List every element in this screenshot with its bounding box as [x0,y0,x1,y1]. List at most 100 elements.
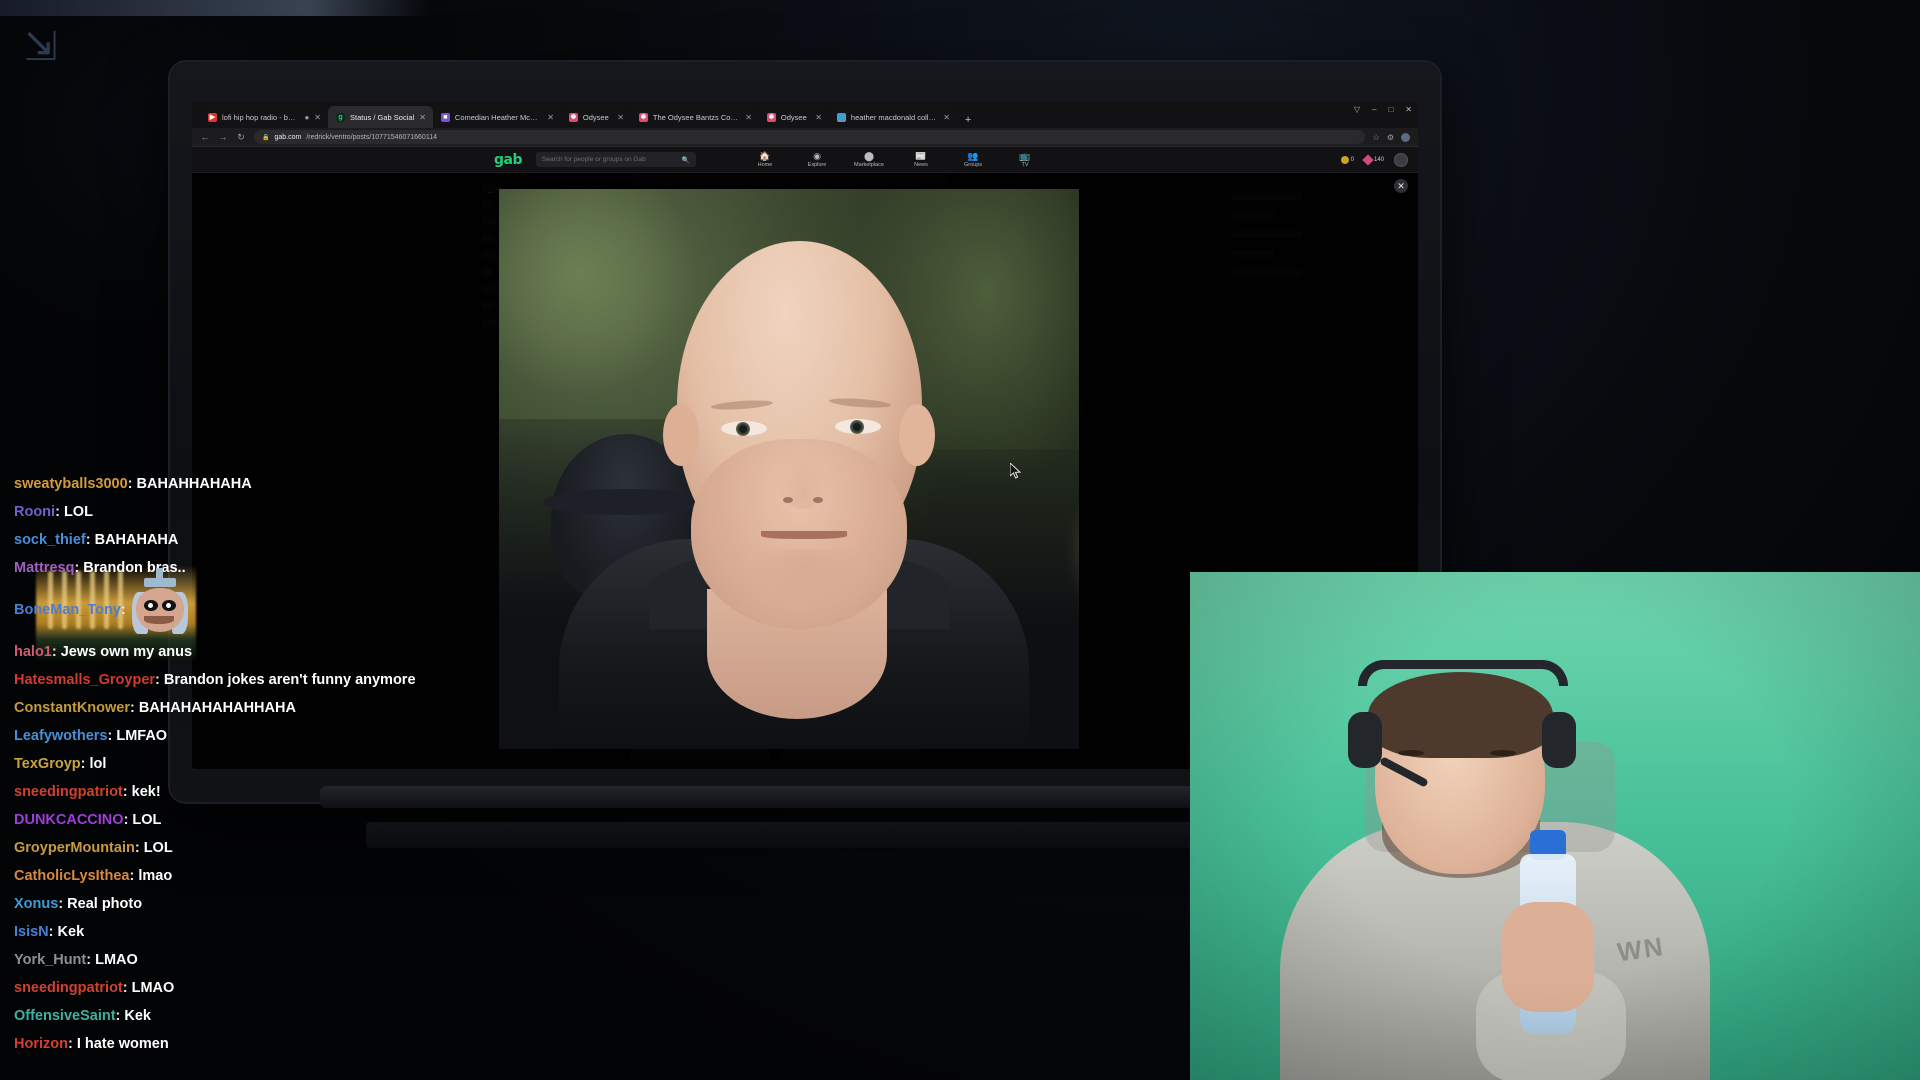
chat-text: BAHAHAHA [94,532,179,548]
chat-username: York_Hunt [14,952,87,968]
chat-username: Rooni [14,504,56,520]
gab-nav-label: TV [1021,161,1029,168]
chat-text: Real photo [67,896,143,912]
chat-message: sneedingpatriot: kek! [14,784,161,800]
background-light-streak [0,0,430,16]
odysee-icon: ❅ [766,112,776,122]
maximize-button[interactable]: □ [1388,105,1393,114]
chat-message: TexGroyp: lol [14,756,107,772]
extensions-icon[interactable]: ⚙ [1387,133,1394,142]
chat-username: TexGroyp [14,756,81,772]
browser-tab[interactable]: ❅ Odysee ✕ [758,106,829,128]
tab-title: lofi hip hop radio - beats to [222,112,299,122]
webcam-overlay: WN [1190,572,1920,1080]
news-icon: 📰 [915,150,927,161]
gab-nav-item-news[interactable]: 📰 News [904,151,938,169]
monitor-stand [320,786,1220,808]
gab-nav-item-tv[interactable]: 📺 TV [1008,151,1042,169]
gem-icon [1362,153,1374,166]
back-icon[interactable]: ← [200,132,210,142]
odysee-icon: ❅ [568,112,578,122]
stream-chat-overlay: sweatyballs3000: BAHAHHAHAHA Rooni: LOL … [0,470,430,1058]
lightbox-photo [499,189,1079,749]
pepe-hardhat-emote-icon [131,568,188,636]
close-window-button[interactable]: ✕ [1405,105,1412,114]
chat-username: sweatyballs3000 [14,476,128,492]
browser-tab[interactable]: ■ Comedian Heather McDonald w ✕ [432,106,561,128]
browser-tab[interactable]: ❅ The Odysee Bantzs Compeling ✕ [630,106,759,128]
stream-screen: ⇲ ▶ lofi hip hop radio - beats to ● ✕ g … [0,0,1920,1080]
chat-text: Kek [57,924,85,940]
browser-tabstrip: ▶ lofi hip hop radio - beats to ● ✕ g St… [192,102,1418,128]
gab-nav-label: Home [757,161,773,168]
mouse-cursor-icon [1010,463,1022,479]
chat-message: Xonus: Real photo [14,896,143,912]
browser-tab[interactable]: ▶ lofi hip hop radio - beats to ● ✕ [200,106,328,128]
tab-close-icon[interactable]: ✕ [617,113,624,122]
coin-count: 0 [1350,156,1354,163]
chat-username: BoneMan_Tony [14,602,121,618]
window-controls: ▽ – □ ✕ [1354,105,1412,114]
chat-text: lol [89,756,107,772]
avatar[interactable] [1394,152,1408,167]
minimize-button[interactable]: – [1372,105,1376,114]
chat-username: IsisN [14,924,49,940]
tab-title: Odysee [780,112,807,122]
tab-close-icon[interactable]: ✕ [314,113,321,122]
tag-icon: ⬤ [863,150,875,161]
chat-text: Brandon bras.. [83,560,186,576]
search-icon[interactable]: 🔍 [682,156,690,164]
chat-message: OffensiveSaint: Kek [14,1008,151,1024]
tab-close-icon[interactable]: ✕ [547,113,554,122]
gab-nav-item-marketplace[interactable]: ⬤ Marketplace [852,151,886,169]
gab-nav-label: News [914,161,928,168]
profile-avatar[interactable] [1401,132,1410,142]
gab-coin-balance[interactable]: 0 [1340,155,1354,164]
chat-text: Jews own my anus [60,644,193,660]
chat-text: kek! [131,784,161,800]
chat-username: Hatesmalls_Groyper [14,672,156,688]
globe-icon: 🌐 [836,112,846,122]
address-bar[interactable]: 🔒 gab.com/redrick/ventro/posts/107715460… [254,130,1365,144]
tab-title: The Odysee Bantzs Compeling [652,112,741,122]
coin-icon [1340,155,1349,164]
chat-username: Mattresq [14,560,75,576]
chat-username: sneedingpatriot [14,980,123,996]
gab-nav-item-groups[interactable]: 👥 Groups [956,151,990,169]
gab-gem-balance[interactable]: 140 [1362,153,1384,166]
tab-title: Comedian Heather McDonald w [454,112,542,122]
gab-search-input[interactable]: Search for people or groups on Gab 🔍 [536,152,696,167]
tab-close-icon[interactable]: ✕ [419,113,426,122]
gab-icon: g [336,112,345,122]
tab-close-icon[interactable]: ✕ [815,113,822,122]
chat-text: I hate women [76,1036,169,1052]
browser-tab-active[interactable]: g Status / Gab Social ✕ [328,106,433,128]
chat-message: Mattresq: Brandon bras.. [14,560,186,576]
chat-username: Horizon [14,1036,68,1052]
browser-tab[interactable]: ❅ Odysee ✕ [560,106,631,128]
chat-text: LMAO [95,952,138,968]
close-icon[interactable]: ✕ [1394,179,1408,193]
compass-icon: ◉ [813,150,821,161]
tab-title: heather macdonald collapse - G [850,112,938,122]
chat-message: Rooni: LOL [14,504,93,520]
extensions-chevron-icon[interactable]: ▽ [1354,105,1360,114]
new-tab-button[interactable]: + [957,114,979,128]
gab-logo[interactable]: gab [494,152,523,168]
chat-username: DUNKCACCINO [14,812,124,828]
gab-nav-item-home[interactable]: 🏠 Home [748,151,782,169]
browser-tab[interactable]: 🌐 heather macdonald collapse - G ✕ [828,106,957,128]
gab-header-actions: 0 140 [1340,152,1408,167]
gab-nav-label: Marketplace [854,161,884,168]
chat-username: halo1 [14,644,52,660]
star-icon[interactable]: ☆ [1373,133,1380,142]
reload-icon[interactable]: ↻ [236,132,246,143]
gab-nav-item-explore[interactable]: ◉ Explore [800,151,834,169]
chat-message: York_Hunt: LMAO [14,952,138,968]
chat-username: Xonus [14,896,59,912]
chat-message: CatholicLysIthea: lmao [14,868,173,884]
tab-close-icon[interactable]: ✕ [943,113,950,122]
chat-message: sweatyballs3000: BAHAHHAHAHA [14,476,252,492]
forward-icon[interactable]: → [218,132,228,142]
tab-close-icon[interactable]: ✕ [745,113,752,122]
